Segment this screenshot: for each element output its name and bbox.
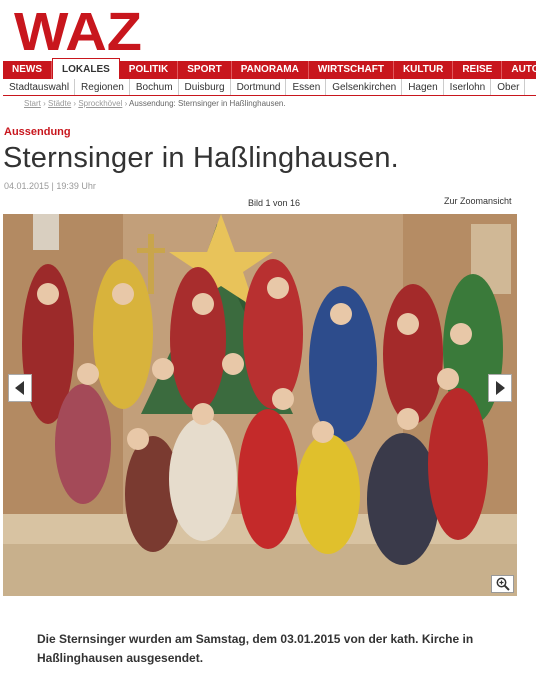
nav-panorama[interactable]: PANORAMA — [232, 61, 309, 79]
article-date: 04.01.2015 | 19:39 Uhr — [4, 181, 96, 191]
subnav-stadtauswahl[interactable]: Stadtauswahl — [3, 79, 76, 95]
waz-logo[interactable]: WAZ — [14, 7, 144, 57]
main-navigation: NEWS LOKALES POLITIK SPORT PANORAMA WIRT… — [3, 58, 536, 79]
subnav-bochum[interactable]: Bochum — [130, 79, 179, 95]
breadcrumb-staedte[interactable]: Städte — [48, 99, 71, 108]
nav-kultur[interactable]: KULTUR — [394, 61, 454, 79]
nav-news[interactable]: NEWS — [3, 61, 52, 79]
subnav-regionen[interactable]: Regionen — [75, 79, 130, 95]
subnav-iserlohn[interactable]: Iserlohn — [444, 79, 492, 95]
nav-wirtschaft[interactable]: WIRTSCHAFT — [309, 61, 394, 79]
local-subnavigation: Stadtauswahl Regionen Bochum Duisburg Do… — [3, 79, 536, 96]
breadcrumb-separator: › — [73, 99, 77, 108]
previous-image-button[interactable] — [8, 374, 32, 402]
logo-text: WAZ — [14, 7, 142, 55]
subnav-gelsenkirchen[interactable]: Gelsenkirchen — [326, 79, 403, 95]
nav-auto[interactable]: AUTO — [502, 61, 536, 79]
subnav-dortmund[interactable]: Dortmund — [231, 79, 287, 95]
subnav-duisburg[interactable]: Duisburg — [179, 79, 231, 95]
breadcrumb-current: Aussendung: Sternsinger in Haßlinghausen… — [129, 99, 286, 108]
breadcrumb-city[interactable]: Sprockhövel — [78, 99, 122, 108]
photo-caption: Die Sternsinger wurden am Samstag, dem 0… — [37, 632, 474, 665]
breadcrumb-separator: › — [43, 99, 46, 108]
subnav-essen[interactable]: Essen — [286, 79, 327, 95]
zoom-button[interactable] — [491, 575, 514, 593]
gallery-counter: Bild 1 von 16 — [248, 198, 301, 208]
chevron-right-icon — [496, 381, 505, 395]
nav-politik[interactable]: POLITIK — [120, 61, 179, 79]
subnav-hagen[interactable]: Hagen — [402, 79, 444, 95]
article-kicker: Aussendung — [4, 126, 71, 138]
nav-reise[interactable]: REISE — [453, 61, 503, 79]
article-title: Sternsinger in Haßlinghausen. — [3, 142, 399, 174]
zoom-view-link[interactable]: Zur Zoomansicht — [444, 196, 512, 206]
next-image-button[interactable] — [488, 374, 512, 402]
chevron-left-icon — [15, 381, 24, 395]
nav-lokales[interactable]: LOKALES — [52, 58, 120, 79]
breadcrumb: Start › Städte › Sprockhövel › Aussendun… — [24, 99, 286, 108]
breadcrumb-start[interactable]: Start — [24, 99, 41, 108]
nav-sport[interactable]: SPORT — [178, 61, 232, 79]
gallery-photo[interactable] — [3, 214, 517, 596]
breadcrumb-separator: › — [124, 99, 128, 108]
subnav-ober[interactable]: Ober — [491, 79, 526, 95]
magnifier-plus-icon — [496, 577, 510, 591]
